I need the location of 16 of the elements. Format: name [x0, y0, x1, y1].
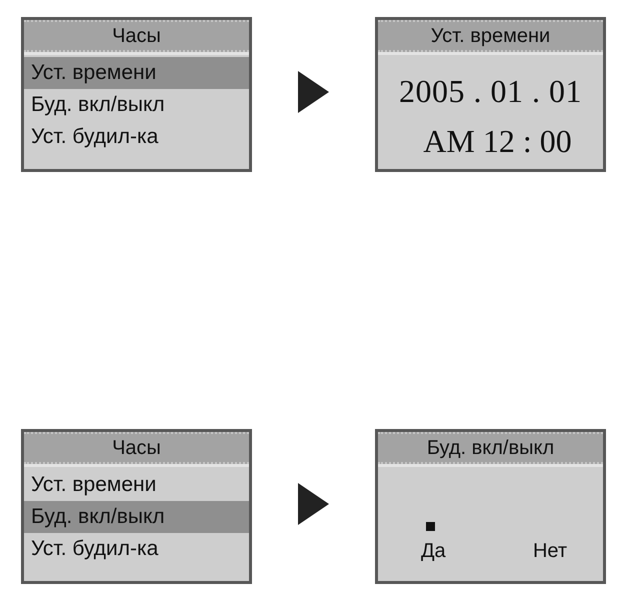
date-text: 2005 . 01 . 01	[399, 74, 582, 108]
menu-item[interactable]: Буд. вкл/выкл	[24, 501, 249, 533]
screen-title: Буд. вкл/выкл	[378, 432, 603, 464]
screen-title: Часы	[24, 20, 249, 52]
option-label[interactable]: Да	[421, 540, 446, 562]
menu-item[interactable]: Уст. будил-ка	[24, 533, 249, 565]
menu-item[interactable]: Уст. будил-ка	[24, 121, 249, 153]
menu-item[interactable]: Уст. времени	[24, 469, 249, 501]
time-text: AM 12 : 00	[423, 124, 572, 158]
screen-title: Часы	[24, 432, 249, 464]
screen-title: Уст. времени	[378, 20, 603, 52]
menu-item[interactable]: Уст. времени	[24, 57, 249, 89]
arrow-icon	[298, 70, 329, 112]
option-label[interactable]: Нет	[532, 540, 567, 562]
arrow-icon	[298, 482, 329, 524]
menu-item[interactable]: Буд. вкл/выкл	[24, 89, 249, 121]
